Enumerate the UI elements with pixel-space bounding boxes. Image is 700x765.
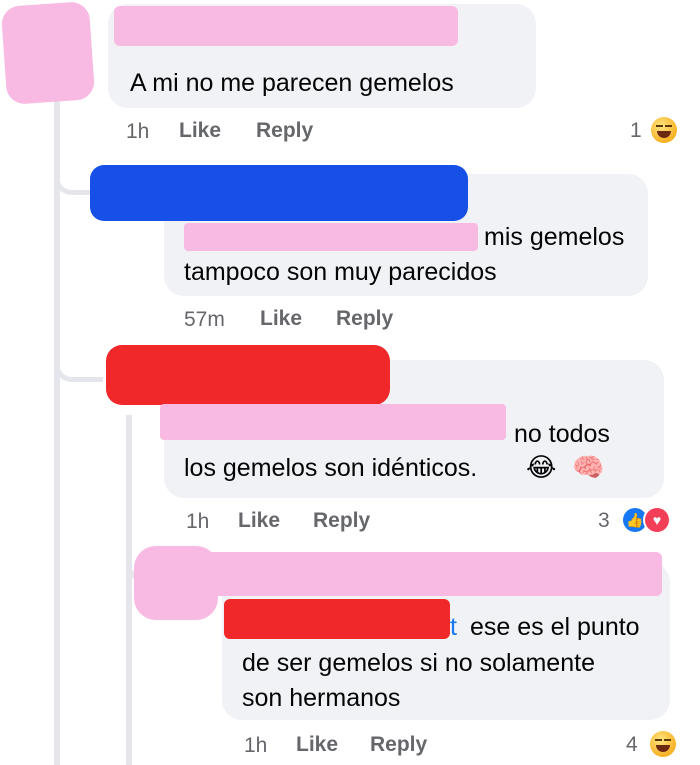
reply-button-2[interactable]: Reply xyxy=(336,307,393,331)
reaction-count-3[interactable]: 3 xyxy=(598,509,610,533)
mention-end-4[interactable]: t xyxy=(450,610,457,644)
reply-button-1[interactable]: Reply xyxy=(256,119,313,143)
thread-line-nested xyxy=(126,415,132,765)
like-button-3[interactable]: Like xyxy=(238,509,280,533)
name-redacted-1 xyxy=(114,6,458,46)
like-button-1[interactable]: Like xyxy=(179,119,221,143)
avatar-redacted xyxy=(0,1,96,105)
thread-line-branch-2 xyxy=(54,355,103,382)
comment-time-4[interactable]: 1h xyxy=(244,734,267,758)
name-redacted-2 xyxy=(90,165,468,221)
comment-text-3a: no todos xyxy=(514,420,610,448)
comment-text-4a: ese es el punto xyxy=(470,613,640,641)
comment-text-4c: son hermanos xyxy=(242,684,401,712)
comment-text-1: A mi no me parecen gemelos xyxy=(130,69,454,97)
laugh-tears-emoji: 😂 xyxy=(526,453,557,483)
thread-line-main xyxy=(54,100,60,765)
reaction-count-4[interactable]: 4 xyxy=(626,733,638,757)
comment-text-2b: tampoco son muy parecidos xyxy=(184,258,497,286)
mention-redacted-4 xyxy=(224,599,450,639)
mention-redacted-2 xyxy=(184,223,478,251)
comment-time-3[interactable]: 1h xyxy=(186,510,209,534)
like-reaction-icon[interactable]: 👍 xyxy=(623,508,647,532)
name-redacted-3 xyxy=(106,345,390,405)
laugh-emoji-icon[interactable] xyxy=(650,731,676,757)
comment-text-3b: los gemelos son idénticos. xyxy=(184,454,478,482)
laugh-emoji-icon[interactable] xyxy=(651,117,677,143)
comment-text-4b: de ser gemelos si no solamente xyxy=(242,649,595,677)
reply-button-4[interactable]: Reply xyxy=(370,733,427,757)
love-reaction-icon[interactable]: ♥ xyxy=(645,508,669,532)
mention-redacted-3 xyxy=(160,404,506,440)
comment-text-2a: mis gemelos xyxy=(484,223,625,251)
reply-button-3[interactable]: Reply xyxy=(313,509,370,533)
name-redacted-4 xyxy=(200,552,662,596)
reaction-count-1[interactable]: 1 xyxy=(630,119,642,143)
brain-emoji: 🧠 xyxy=(572,453,605,483)
comment-time-2[interactable]: 57m xyxy=(184,308,225,332)
like-button-2[interactable]: Like xyxy=(260,307,302,331)
comment-time-1[interactable]: 1h xyxy=(126,120,149,144)
like-button-4[interactable]: Like xyxy=(296,733,338,757)
